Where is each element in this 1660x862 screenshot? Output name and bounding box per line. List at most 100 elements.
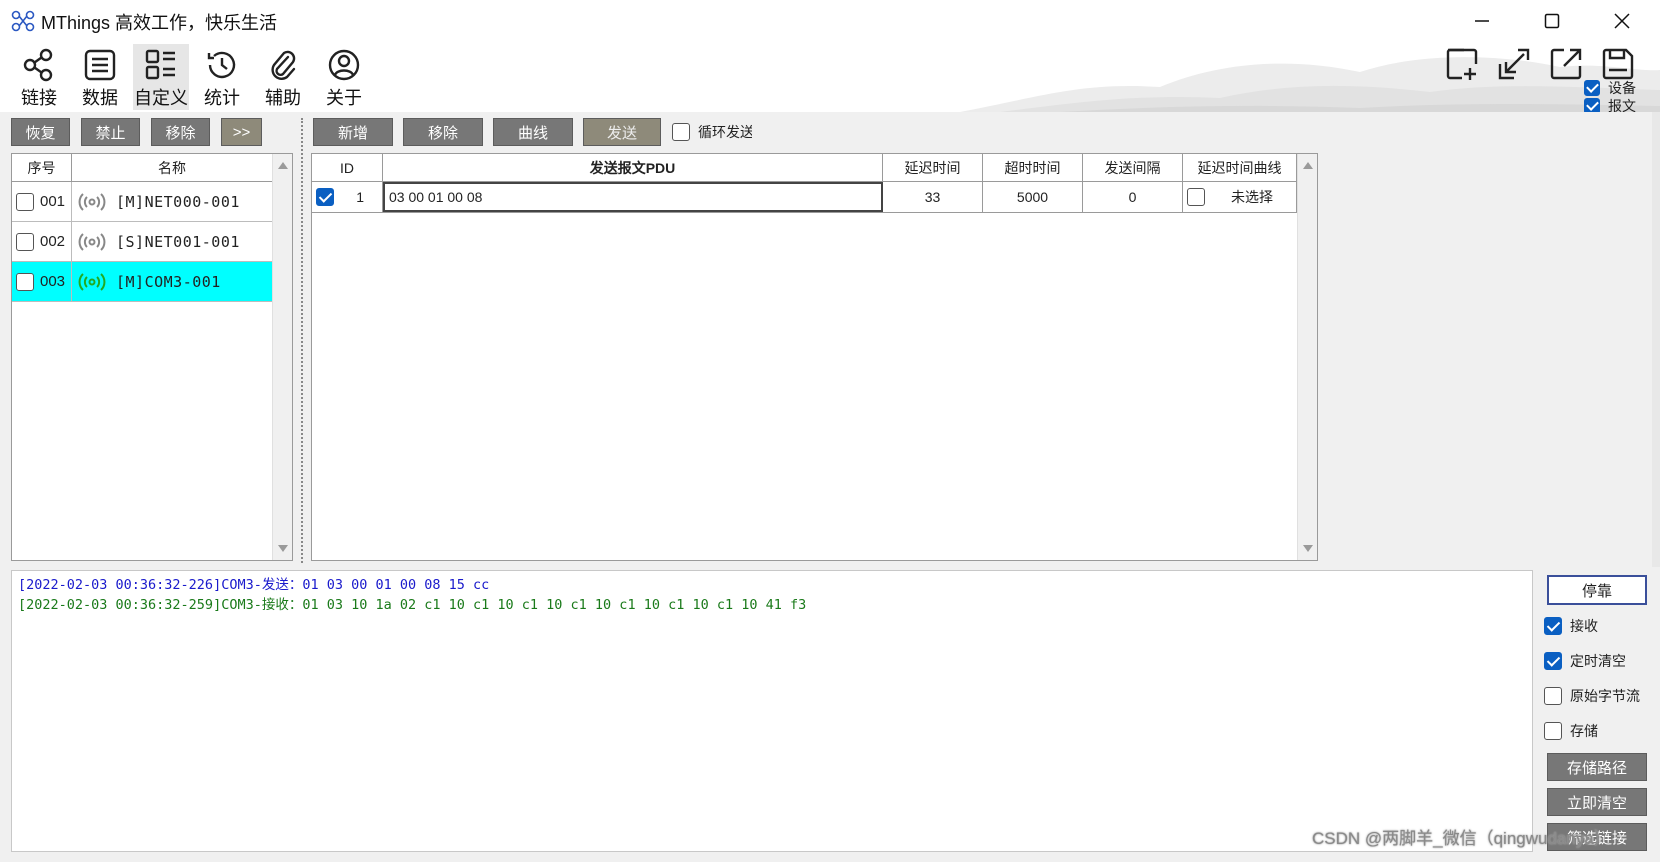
send-table-row[interactable]: 1 03 00 01 00 08 33 5000 0 未选择	[312, 182, 1297, 213]
device-list-header: 序号 名称	[12, 154, 272, 182]
td-interval[interactable]: 0	[1083, 182, 1183, 212]
pause-button[interactable]: 停靠	[1547, 575, 1647, 605]
receive-check[interactable]: 接收	[1544, 616, 1598, 636]
toolbar-custom-label: 自定义	[134, 88, 188, 108]
app-name: MThings	[41, 13, 111, 33]
td-timeout[interactable]: 5000	[983, 182, 1083, 212]
send-table-scrollbar[interactable]	[1297, 154, 1317, 560]
maximize-button[interactable]	[1530, 6, 1574, 36]
loop-send-checkbox[interactable]	[672, 123, 690, 141]
device-index: 001	[40, 193, 66, 210]
scroll-up-icon[interactable]	[278, 162, 288, 169]
device-index-cell: 001	[12, 182, 72, 221]
expand-button[interactable]: >>	[221, 118, 262, 146]
document-list-icon	[84, 49, 116, 81]
toolbar-custom[interactable]: 自定义	[133, 44, 189, 110]
td-curve: 未选择	[1183, 182, 1297, 212]
send-table-header: ID 发送报文PDU 延迟时间 超时时间 发送间隔 延迟时间曲线	[312, 154, 1297, 182]
raw-bytes-checkbox[interactable]	[1544, 687, 1562, 705]
clear-now-button[interactable]: 立即清空	[1547, 788, 1647, 816]
title-bar: MThings 高效工作，快乐生活	[0, 0, 1660, 42]
curve-checkbox[interactable]	[1187, 188, 1205, 206]
restore-button[interactable]: 恢复	[11, 118, 70, 146]
receive-checkbox[interactable]	[1544, 617, 1562, 635]
signal-icon	[78, 232, 106, 251]
watermark: CSDN @两脚羊_微信（qingwudanya）	[1312, 824, 1611, 849]
signal-icon	[78, 272, 106, 291]
pop-out-icon[interactable]	[1548, 46, 1584, 82]
td-pdu-input[interactable]: 03 00 01 00 08	[383, 182, 883, 212]
minimize-icon	[1475, 20, 1489, 22]
minimize-button[interactable]	[1460, 6, 1504, 36]
watermark-text: CSDN @两脚羊_微信（qingwudanya）	[1312, 829, 1611, 848]
add-window-icon[interactable]	[1444, 46, 1480, 82]
device-name: [M]NET000-001	[116, 192, 240, 211]
toolbar-link[interactable]: 链接	[11, 44, 67, 110]
close-button[interactable]	[1600, 6, 1644, 36]
auto-clear-checkbox[interactable]	[1544, 652, 1562, 670]
toolbar-about[interactable]: 关于	[316, 44, 372, 110]
auto-clear-check[interactable]: 定时清空	[1544, 651, 1626, 671]
disable-button[interactable]: 禁止	[81, 118, 140, 146]
th-id: ID	[312, 154, 383, 182]
right-edge-scrollbar[interactable]	[1652, 112, 1660, 567]
maximize-icon	[1544, 13, 1560, 29]
dock-in-icon[interactable]	[1496, 46, 1532, 82]
loop-send-check[interactable]: 循环发送	[672, 122, 752, 142]
store-check[interactable]: 存储	[1544, 721, 1598, 741]
store-checkbox[interactable]	[1544, 722, 1562, 740]
device-list-scrollbar[interactable]	[272, 154, 292, 560]
device-name-cell: [M]NET000-001	[72, 191, 240, 213]
toolbar-assist-label: 辅助	[265, 88, 301, 108]
send-button[interactable]: 发送	[583, 118, 661, 146]
device-checkbox[interactable]	[1584, 80, 1600, 96]
td-delay[interactable]: 33	[883, 182, 983, 212]
device-row[interactable]: 001 [M]NET000-001	[12, 182, 272, 222]
message-checkbox[interactable]	[1584, 98, 1600, 112]
col-index-header: 序号	[12, 154, 72, 181]
scroll-down-icon[interactable]	[278, 545, 288, 552]
store-path-button[interactable]: 存储路径	[1547, 753, 1647, 781]
loop-send-label: 循环发送	[698, 124, 752, 140]
device-row-selected[interactable]: 003 [M]COM3-001	[12, 262, 272, 302]
th-delay: 延迟时间	[883, 154, 983, 182]
toolbar-stats-label: 统计	[204, 88, 240, 108]
device-index-cell: 003	[12, 262, 72, 301]
send-table: ID 发送报文PDU 延迟时间 超时时间 发送间隔 延迟时间曲线 1 03 00…	[311, 153, 1318, 561]
device-index: 002	[40, 233, 66, 250]
device-row[interactable]: 002 [S]NET001-001	[12, 222, 272, 262]
main-toolbar: 链接 数据 自定义 统计 辅助 关于 设备 报文	[0, 42, 1660, 112]
raw-bytes-label: 原始字节流	[1570, 688, 1640, 704]
device-row-checkbox[interactable]	[16, 272, 34, 291]
toolbar-data[interactable]: 数据	[72, 44, 128, 110]
remove-row-button[interactable]: 移除	[403, 118, 483, 146]
remove-device-button[interactable]: 移除	[151, 118, 210, 146]
th-timeout: 超时时间	[983, 154, 1083, 182]
toolbar-stats[interactable]: 统计	[194, 44, 250, 110]
device-row-checkbox[interactable]	[16, 232, 34, 251]
scroll-down-icon[interactable]	[1303, 545, 1313, 552]
panel-splitter[interactable]	[301, 118, 303, 563]
raw-bytes-check[interactable]: 原始字节流	[1544, 686, 1658, 706]
device-check[interactable]: 设备	[1584, 78, 1636, 98]
message-log[interactable]: [2022-02-03 00:36:32-226]COM3-发送：01 03 0…	[11, 570, 1533, 852]
auto-clear-label: 定时清空	[1570, 653, 1626, 669]
message-check[interactable]: 报文	[1584, 96, 1636, 112]
message-check-label: 报文	[1608, 98, 1636, 112]
log-line-receive: [2022-02-03 00:36:32-259]COM3-接收：01 03 1…	[18, 597, 807, 613]
toolbar-about-label: 关于	[326, 88, 362, 108]
save-icon[interactable]	[1600, 46, 1636, 82]
signal-icon	[78, 192, 106, 211]
curve-button[interactable]: 曲线	[493, 118, 573, 146]
share-icon	[23, 48, 53, 82]
add-row-button[interactable]: 新增	[313, 118, 393, 146]
log-line-send: [2022-02-03 00:36:32-226]COM3-发送：01 03 0…	[18, 577, 490, 593]
device-row-checkbox[interactable]	[16, 192, 34, 211]
device-name: [M]COM3-001	[116, 272, 221, 291]
grid-list-icon	[145, 49, 175, 80]
log-side-panel: 停靠 接收 定时清空 原始字节流 存储 存储路径 立即清空 筛选链接	[1540, 570, 1658, 862]
scroll-up-icon[interactable]	[1303, 162, 1313, 169]
row-enable-checkbox[interactable]	[316, 188, 334, 206]
th-interval: 发送间隔	[1083, 154, 1183, 182]
toolbar-assist[interactable]: 辅助	[255, 44, 311, 110]
